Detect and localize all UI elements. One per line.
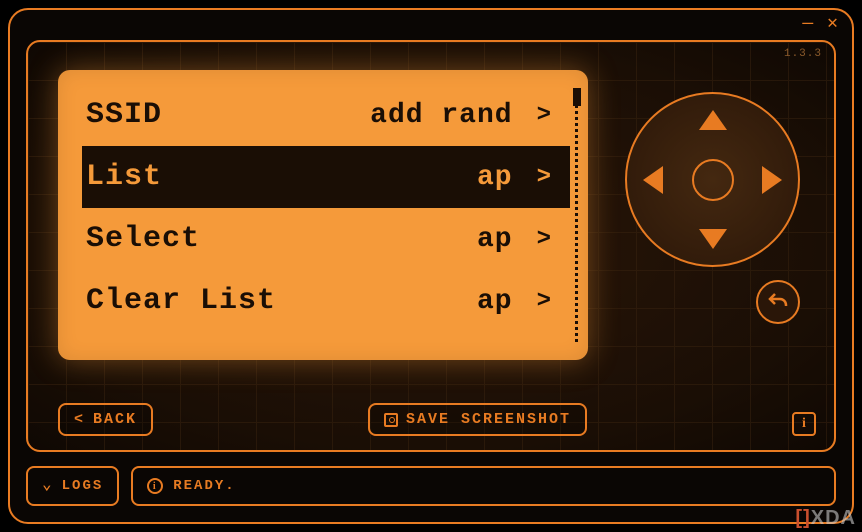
menu-item-value: ap > (477, 286, 552, 317)
info-icon: i (802, 416, 806, 432)
back-button-label: BACK (93, 411, 137, 428)
dpad-left-icon[interactable] (643, 166, 663, 194)
dpad (625, 92, 800, 267)
undo-icon (766, 290, 790, 314)
save-screenshot-label: SAVE SCREENSHOT (406, 411, 571, 428)
menu-item-clear-list[interactable]: Clear List ap > (82, 270, 570, 332)
menu-item-label: Select (86, 222, 200, 256)
menu-item-value: ap > (477, 162, 552, 193)
chevron-right-icon: > (537, 288, 552, 315)
logs-button-label: LOGS (62, 478, 104, 494)
chevron-right-icon: > (537, 164, 552, 191)
dpad-center-button[interactable] (692, 159, 734, 201)
chevron-left-icon (74, 411, 85, 428)
chevron-down-icon (42, 476, 54, 496)
titlebar: — ✕ (10, 10, 852, 38)
logs-button[interactable]: LOGS (26, 466, 119, 506)
dpad-down-icon[interactable] (699, 229, 727, 249)
menu-item-label: List (86, 160, 162, 194)
status-bar: i READY. (131, 466, 836, 506)
minimize-icon[interactable]: — (802, 15, 813, 33)
menu-item-label: Clear List (86, 284, 276, 318)
menu-item-select[interactable]: Select ap > (82, 208, 570, 270)
info-icon: i (147, 478, 163, 494)
save-screenshot-button[interactable]: SAVE SCREENSHOT (368, 403, 587, 436)
lcd-screen: SSID add rand> List ap > Select ap > (58, 70, 588, 360)
save-icon (384, 413, 398, 427)
chevron-right-icon: > (537, 226, 552, 253)
chevron-right-icon: > (537, 102, 552, 129)
version-label: 1.3.3 (784, 48, 822, 60)
dpad-up-icon[interactable] (699, 110, 727, 130)
menu-item-list[interactable]: List ap > (82, 146, 570, 208)
bottom-bar: LOGS i READY. (26, 466, 836, 506)
dpad-right-icon[interactable] (762, 166, 782, 194)
info-button[interactable]: i (792, 412, 816, 436)
app-window: — ✕ 1.3.3 SSID add rand> List ap > (8, 8, 854, 524)
menu-item-label: SSID (86, 98, 162, 132)
menu-item-ssid[interactable]: SSID add rand> (82, 84, 570, 146)
main-panel: 1.3.3 SSID add rand> List ap > Select (26, 40, 836, 452)
scrollbar-track[interactable] (575, 88, 578, 342)
close-icon[interactable]: ✕ (827, 15, 838, 33)
scrollbar-thumb[interactable] (573, 88, 581, 106)
status-text: READY. (173, 478, 235, 494)
menu-item-value: ap > (477, 224, 552, 255)
menu-item-value: add rand> (370, 100, 552, 131)
undo-button[interactable] (756, 280, 800, 324)
back-button[interactable]: BACK (58, 403, 153, 436)
